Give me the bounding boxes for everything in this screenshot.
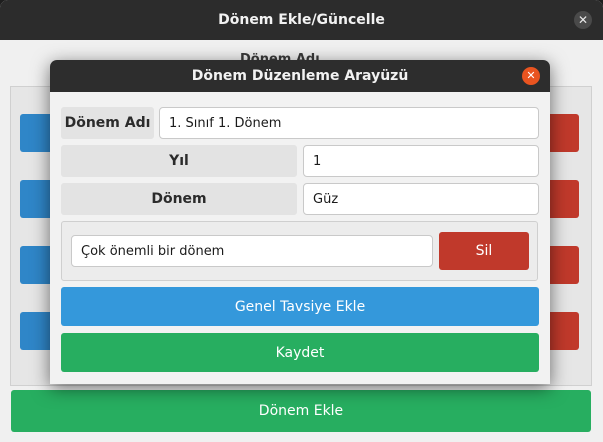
background-window-title: Dönem Ekle/Güncelle	[218, 12, 385, 28]
dialog-title: Dönem Düzenleme Arayüzü	[191, 68, 409, 84]
dialog-titlebar: Dönem Düzenleme Arayüzü	[50, 60, 550, 92]
advice-note-input[interactable]	[71, 235, 433, 267]
term-edit-dialog: Dönem Düzenleme Arayüzü ✕ Dönem Adı Yıl …	[50, 60, 550, 384]
background-close-icon[interactable]: ✕	[574, 11, 592, 29]
dialog-close-icon[interactable]: ✕	[522, 67, 540, 85]
add-term-button[interactable]: Dönem Ekle	[11, 390, 591, 432]
semester-input[interactable]	[303, 183, 539, 215]
term-name-label: Dönem Adı	[61, 107, 154, 139]
year-label: Yıl	[61, 145, 297, 177]
delete-advice-button[interactable]: Sil	[439, 232, 529, 270]
advice-note-group: Sil	[61, 221, 538, 281]
add-general-advice-button[interactable]: Genel Tavsiye Ekle	[61, 287, 539, 326]
save-button[interactable]: Kaydet	[61, 333, 539, 372]
background-window-titlebar: Dönem Ekle/Güncelle	[0, 0, 603, 40]
year-input[interactable]	[303, 145, 539, 177]
term-name-input[interactable]	[159, 107, 539, 139]
semester-label: Dönem	[61, 183, 297, 215]
